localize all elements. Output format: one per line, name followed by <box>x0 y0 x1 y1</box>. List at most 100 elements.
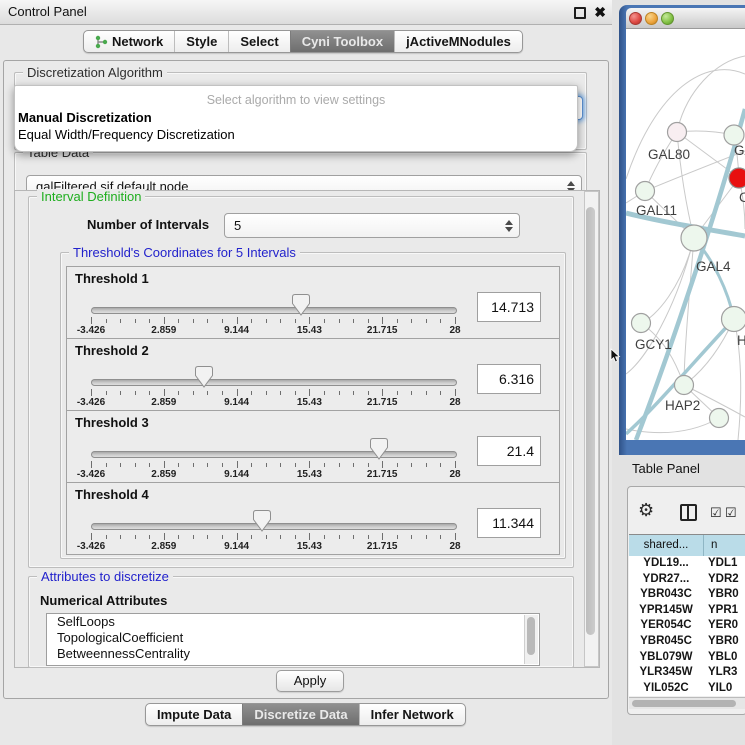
slider-tick <box>266 319 267 323</box>
checkbox-icon[interactable]: ☑ <box>710 505 722 521</box>
dropdown-option-manual-discretization[interactable]: Manual Discretization <box>18 110 152 125</box>
node-label-partial-c: C <box>739 190 745 205</box>
slider-track[interactable] <box>91 451 457 458</box>
slider-tick <box>455 317 456 324</box>
checkbox-icon[interactable]: ☑ <box>725 505 737 521</box>
node-right-h[interactable] <box>722 307 745 332</box>
float-window-icon[interactable] <box>574 7 586 19</box>
column-header-name[interactable]: n <box>711 535 717 556</box>
dropdown-placeholder-item[interactable]: Select algorithm to view settings <box>15 93 577 107</box>
slider-tick <box>222 319 223 323</box>
table-row[interactable]: YDR27...YDR2 <box>629 572 745 588</box>
column-header-shared[interactable]: shared... <box>629 535 704 556</box>
slider-tick <box>178 319 179 323</box>
slider-tick <box>106 535 107 539</box>
slider-tick <box>440 535 441 539</box>
cell-name: YLR3 <box>708 665 737 681</box>
threshold-value-field[interactable]: 21.4 <box>477 436 541 466</box>
slider-tick-label: 21.715 <box>367 325 398 336</box>
slider-tick <box>164 533 165 540</box>
slider-tick-label: 28 <box>449 469 460 480</box>
threshold-value-field[interactable]: 6.316 <box>477 364 541 394</box>
dropdown-option-equal-width[interactable]: Equal Width/Frequency Discretization <box>18 127 235 142</box>
table-row[interactable]: YER054CYER0 <box>629 618 745 634</box>
node-red-selected[interactable] <box>729 168 745 188</box>
slider-tick <box>426 391 427 395</box>
slider-tick <box>135 319 136 323</box>
node-bottom[interactable] <box>710 409 729 428</box>
zoom-traffic-light-icon[interactable] <box>661 12 674 25</box>
node-gcy1[interactable] <box>632 314 651 333</box>
slider-tick <box>295 463 296 467</box>
close-traffic-light-icon[interactable] <box>629 12 642 25</box>
slider-tick-label: 9.144 <box>224 469 249 480</box>
network-view-titlebar <box>626 8 745 29</box>
slider-tick <box>149 391 150 395</box>
slider-tick <box>353 319 354 323</box>
number-of-intervals-combobox[interactable]: 5 <box>224 213 520 238</box>
table-row[interactable]: YLR345WYLR3 <box>629 665 745 681</box>
slider-tick <box>339 391 340 395</box>
table-row[interactable]: YPR145WYPR1 <box>629 603 745 619</box>
threshold-value-field[interactable]: 11.344 <box>477 508 541 538</box>
tab-cyni-toolbox[interactable]: Cyni Toolbox <box>290 31 394 52</box>
node-gal80[interactable] <box>668 123 687 142</box>
apply-button[interactable]: Apply <box>276 670 344 692</box>
tab-impute-data[interactable]: Impute Data <box>146 704 242 725</box>
slider-tick <box>440 391 441 395</box>
threshold-panel: Threshold 3-3.4262.8599.14415.4321.71528… <box>66 410 560 483</box>
node-label-partial-ga: GA <box>734 143 745 158</box>
close-icon[interactable]: ✖ <box>594 2 606 22</box>
attribute-list-item[interactable]: BetweennessCentrality <box>47 646 539 662</box>
slider-tick-label: 2.859 <box>151 325 176 336</box>
slider-tick-label: 15.43 <box>297 325 322 336</box>
attribute-list-item[interactable]: SelfLoops <box>47 614 539 630</box>
slider-thumb[interactable] <box>370 438 388 465</box>
settings-vertical-scrollbar[interactable] <box>584 191 599 667</box>
node-hap2[interactable] <box>675 376 694 395</box>
slider-tick <box>397 391 398 395</box>
table-row[interactable]: YBL079WYBL0 <box>629 650 745 666</box>
minimize-traffic-light-icon[interactable] <box>645 12 658 25</box>
tab-discretize-data[interactable]: Discretize Data <box>242 704 358 725</box>
threshold-label: Threshold 2 <box>75 343 149 358</box>
slider-thumb[interactable] <box>253 510 271 537</box>
slider-tick <box>164 389 165 396</box>
table-row[interactable]: YIL052CYIL0 <box>629 681 745 696</box>
node-gal4[interactable] <box>681 225 707 251</box>
split-columns-icon[interactable] <box>680 504 697 521</box>
slider-track[interactable] <box>91 379 457 386</box>
node-top-right[interactable] <box>724 125 744 145</box>
tab-style[interactable]: Style <box>174 31 228 52</box>
tab-network[interactable]: Network <box>84 31 174 52</box>
gear-icon[interactable]: ⚙ <box>638 500 654 521</box>
tab-infer-network[interactable]: Infer Network <box>359 704 465 725</box>
slider-tick-label: -3.426 <box>77 469 105 480</box>
cell-shared-name: YBR045C <box>629 634 703 650</box>
threshold-value-field[interactable]: 14.713 <box>477 292 541 322</box>
slider-tick <box>368 535 369 539</box>
table-row[interactable]: YBR043CYBR0 <box>629 587 745 603</box>
slider-track[interactable] <box>91 307 457 314</box>
numerical-attributes-list[interactable]: SelfLoopsTopologicalCoefficientBetweenne… <box>46 613 540 666</box>
slider-tick <box>251 391 252 395</box>
slider-thumb[interactable] <box>195 366 213 393</box>
tab-jactivemnodules[interactable]: jActiveMNodules <box>394 31 522 52</box>
table-row[interactable]: YDL19...YDL1 <box>629 556 745 572</box>
cell-name: YIL0 <box>708 681 732 696</box>
attributes-list-scrollbar[interactable] <box>524 615 538 664</box>
node-gal11[interactable] <box>636 182 655 201</box>
network-icon <box>95 35 108 49</box>
slider-tick <box>324 319 325 323</box>
cell-shared-name: YBR043C <box>629 587 703 603</box>
slider-tick <box>178 535 179 539</box>
slider-tick <box>207 319 208 323</box>
network-canvas[interactable]: GAL80 GA C GAL11 GAL4 GCY1 H HAP2 <box>626 29 745 440</box>
table-row[interactable]: YBR045CYBR0 <box>629 634 745 650</box>
table-horizontal-scrollbar[interactable] <box>629 697 745 709</box>
attribute-list-item[interactable]: TopologicalCoefficient <box>47 630 539 646</box>
slider-thumb[interactable] <box>292 294 310 321</box>
node-label-gcy1: GCY1 <box>635 337 672 352</box>
slider-track[interactable] <box>91 523 457 530</box>
tab-select[interactable]: Select <box>228 31 289 52</box>
